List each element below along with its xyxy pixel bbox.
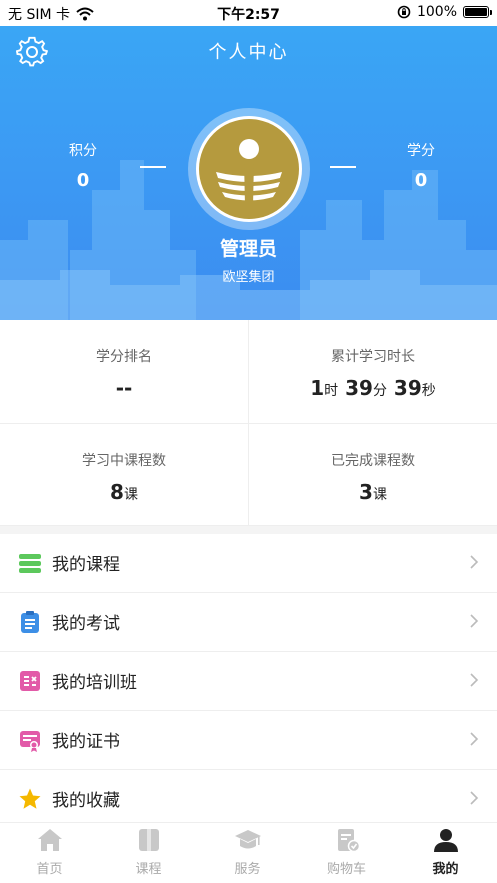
- points-stat: 积分 0: [48, 140, 118, 191]
- cart-doc-icon: [338, 829, 361, 853]
- completed-count: 3: [359, 480, 373, 504]
- points-divider: [140, 166, 166, 168]
- in-progress-unit: 课: [123, 487, 138, 503]
- chevron-right-icon: [470, 673, 479, 687]
- profile-header: 个人中心 积分 0 学分 0 管理员 欧坚集团: [0, 26, 497, 320]
- course-stack-icon: [19, 554, 41, 573]
- page-title: 个人中心: [208, 42, 289, 63]
- battery-icon: [463, 6, 492, 18]
- menu-item-my-exams[interactable]: 我的考试: [0, 593, 497, 652]
- points-label: 积分: [69, 143, 97, 159]
- in-progress-label: 学习中课程数: [82, 453, 166, 469]
- user-name: 管理员: [219, 238, 277, 260]
- bottom-tab-bar: 首页 课程 服务 购物车 我的: [0, 822, 497, 883]
- status-right: 100%: [397, 4, 492, 20]
- chevron-right-icon: [470, 791, 479, 805]
- book-icon: [139, 829, 159, 851]
- completed-label: 已完成课程数: [331, 453, 415, 469]
- chevron-right-icon: [470, 555, 479, 569]
- in-progress-courses-cell: 学习中课程数 8课: [0, 424, 248, 527]
- menu-item-label: 我的考试: [52, 614, 120, 634]
- credit-rank-cell: 学分排名 --: [0, 320, 248, 423]
- certificate-icon: [20, 731, 40, 752]
- tab-services[interactable]: 服务: [198, 823, 297, 883]
- menu-item-my-favorites[interactable]: 我的收藏: [0, 770, 497, 829]
- profile-menu: 我的课程 我的考试 我的培训班 我的证书 我的收藏: [0, 534, 497, 829]
- learning-stats-grid: 学分排名 -- 累计学习时长 1时 39分 39秒 学习中课程数 8课 已完成课…: [0, 320, 497, 526]
- tab-label: 我的: [432, 862, 459, 877]
- study-hours-unit: 时: [324, 383, 339, 399]
- star-icon: [19, 788, 41, 809]
- study-time-cell: 累计学习时长 1时 39分 39秒: [249, 320, 497, 423]
- company-logo-icon: [199, 119, 299, 219]
- home-icon: [38, 829, 62, 851]
- study-time-label: 累计学习时长: [331, 349, 415, 365]
- credits-stat: 学分 0: [386, 140, 456, 191]
- in-progress-count: 8: [110, 480, 124, 504]
- training-class-icon: [20, 671, 40, 691]
- study-minutes-unit: 分: [372, 383, 387, 399]
- study-seconds: 39: [393, 376, 422, 400]
- study-seconds-unit: 秒: [421, 383, 436, 399]
- credit-rank-value: --: [115, 376, 133, 400]
- tab-label: 服务: [234, 862, 261, 877]
- completed-unit: 课: [372, 487, 387, 503]
- menu-item-my-certificates[interactable]: 我的证书: [0, 711, 497, 770]
- status-bar: 无 SIM 卡 下午2:57 100%: [0, 0, 497, 26]
- menu-item-label: 我的收藏: [52, 791, 120, 811]
- credits-value: 0: [414, 170, 428, 191]
- menu-item-label: 我的课程: [52, 555, 120, 575]
- tab-label: 首页: [36, 862, 63, 877]
- study-hours: 1: [310, 376, 325, 400]
- credits-divider: [330, 166, 356, 168]
- points-value: 0: [76, 170, 90, 191]
- tab-cart[interactable]: 购物车: [297, 823, 396, 883]
- tab-home[interactable]: 首页: [0, 823, 99, 883]
- tab-label: 课程: [135, 862, 162, 877]
- chevron-right-icon: [470, 614, 479, 628]
- menu-item-my-courses[interactable]: 我的课程: [0, 534, 497, 593]
- tab-label: 购物车: [326, 862, 366, 877]
- menu-item-label: 我的证书: [52, 732, 120, 752]
- in-progress-value: 8课: [0, 480, 248, 504]
- person-icon: [434, 829, 458, 852]
- avatar-inner: [196, 116, 302, 222]
- completed-value: 3课: [249, 480, 497, 504]
- study-minutes: 39: [345, 376, 373, 400]
- avatar[interactable]: [188, 108, 310, 230]
- credit-rank-label: 学分排名: [96, 349, 152, 365]
- credits-label: 学分: [407, 143, 435, 159]
- battery-percent: 100%: [416, 4, 457, 20]
- study-time-value: 1时 39分 39秒: [249, 376, 497, 400]
- graduation-cap-icon: [235, 830, 261, 849]
- menu-item-my-training-class[interactable]: 我的培训班: [0, 652, 497, 711]
- orientation-lock-icon: [397, 5, 411, 19]
- tab-courses[interactable]: 课程: [99, 823, 198, 883]
- menu-item-label: 我的培训班: [52, 673, 137, 693]
- user-organization: 欧坚集团: [222, 270, 275, 285]
- section-gap: [0, 526, 497, 534]
- chevron-right-icon: [470, 732, 479, 746]
- tab-mine[interactable]: 我的: [396, 823, 495, 883]
- completed-courses-cell: 已完成课程数 3课: [249, 424, 497, 527]
- exam-clipboard-icon: [21, 611, 39, 633]
